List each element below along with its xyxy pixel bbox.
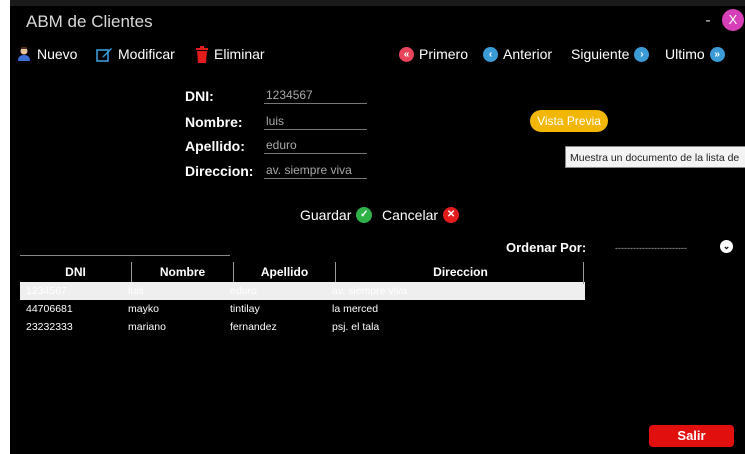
chevron-down-icon[interactable]: ⌄ [720, 240, 733, 253]
eliminar-label: Eliminar [214, 46, 265, 62]
left-arrow-icon: ‹ [483, 46, 498, 62]
ordenar-por-select[interactable]: ------------------------ [615, 243, 687, 253]
nombre-field[interactable]: luis [266, 114, 284, 128]
ultimo-button[interactable]: Ultimo » [665, 43, 725, 65]
cell-direccion: la merced [332, 303, 379, 315]
window-top-strip [10, 0, 745, 6]
grid-top-line [20, 255, 230, 256]
column-header-direccion[interactable]: Direccion [336, 262, 585, 282]
modificar-button[interactable]: Modificar [96, 43, 175, 65]
column-header-dni[interactable]: DNI [20, 262, 132, 282]
nombre-label: Nombre: [185, 114, 243, 130]
cell-nombre: luis [128, 285, 144, 297]
vista-previa-button[interactable]: Vista Previa [530, 110, 608, 132]
apellido-field[interactable]: eduro [266, 138, 297, 152]
clientes-table: DNI Nombre Apellido Direccion 1234567 lu… [20, 262, 585, 336]
double-left-arrow-icon: « [399, 46, 414, 62]
guardar-label: Guardar [300, 207, 352, 223]
guardar-button[interactable]: Guardar ✓ [300, 205, 373, 225]
nuevo-label: Nuevo [37, 46, 78, 62]
anterior-label: Anterior [503, 46, 553, 62]
nombre-underline [264, 129, 367, 130]
cancelar-button[interactable]: Cancelar ✕ [382, 205, 460, 225]
trash-icon [195, 45, 209, 63]
table-row[interactable]: 44706681 mayko tintilay la merced [20, 300, 585, 318]
primero-label: Primero [419, 46, 469, 62]
anterior-button[interactable]: ‹ Anterior [483, 43, 552, 65]
salir-button[interactable]: Salir [649, 425, 734, 447]
eliminar-button[interactable]: Eliminar [195, 43, 265, 65]
siguiente-label: Siguiente [571, 46, 630, 62]
table-header: DNI Nombre Apellido Direccion [20, 262, 585, 282]
cell-dni: 1234567 [26, 285, 67, 297]
dni-field[interactable]: 1234567 [266, 88, 313, 102]
cell-apellido: tintilay [230, 303, 260, 315]
dni-label: DNI: [185, 88, 214, 104]
right-arrow-icon: › [634, 46, 650, 62]
cancel-icon: ✕ [443, 207, 460, 223]
ultimo-label: Ultimo [665, 46, 705, 62]
cell-dni: 23232333 [26, 321, 73, 333]
grid-right-divider [583, 262, 584, 284]
cell-apellido: eduro [230, 285, 257, 297]
cell-apellido: fernandez [230, 321, 277, 333]
close-button[interactable]: X [722, 9, 744, 31]
direccion-field[interactable]: av. siempre viva [266, 163, 352, 177]
cell-dni: 44706681 [26, 303, 73, 315]
direccion-label: Direccion: [185, 163, 254, 179]
ordenar-por-label: Ordenar Por: [506, 240, 587, 255]
user-icon [16, 46, 32, 62]
cell-direccion: psj. el tala [332, 321, 380, 333]
column-header-nombre[interactable]: Nombre [132, 262, 234, 282]
apellido-underline [264, 153, 367, 154]
modificar-label: Modificar [118, 46, 175, 62]
siguiente-button[interactable]: Siguiente › [571, 43, 650, 65]
edit-icon [96, 46, 113, 63]
direccion-underline [264, 178, 367, 179]
minimize-button[interactable]: - [700, 13, 716, 29]
cancelar-label: Cancelar [382, 207, 439, 223]
cell-nombre: mayko [128, 303, 159, 315]
dni-underline [264, 103, 367, 104]
double-right-arrow-icon: » [709, 46, 725, 62]
table-row[interactable]: 23232333 mariano fernandez psj. el tala [20, 318, 585, 336]
table-row[interactable]: 1234567 luis eduro av. siempre viva [20, 282, 585, 300]
window-title: ABM de Clientes [26, 12, 153, 31]
check-icon: ✓ [356, 207, 373, 223]
primero-button[interactable]: « Primero [399, 43, 468, 65]
vista-previa-tooltip: Muestra un documento de la lista de [565, 146, 745, 168]
abm-clientes-window: ABM de Clientes - X Nuevo Modificar Elim… [10, 0, 745, 454]
nuevo-button[interactable]: Nuevo [16, 43, 77, 65]
cell-direccion: av. siempre viva [332, 285, 408, 297]
apellido-label: Apellido: [185, 138, 245, 154]
cell-nombre: mariano [128, 321, 166, 333]
column-header-apellido[interactable]: Apellido [234, 262, 336, 282]
